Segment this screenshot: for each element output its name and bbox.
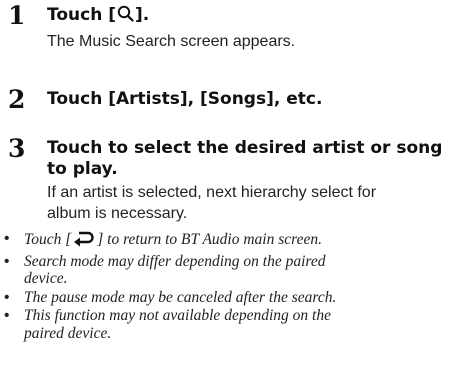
step-heading: Touch to select the desired artist or so… xyxy=(47,138,460,180)
bullet: • xyxy=(4,230,10,247)
step-description: The Music Search screen appears. xyxy=(47,33,296,50)
artists-label: [Artists] xyxy=(108,89,188,109)
description-line: album is necessary. xyxy=(47,205,188,222)
step-description: If an artist is selected, next hierarchy… xyxy=(47,182,460,224)
note-text: Touch [ xyxy=(24,231,72,248)
notes-list: • Touch [ ] to return to BT Audio main scr… xyxy=(4,230,460,343)
bullet: • xyxy=(4,307,10,324)
note-line: paired device. xyxy=(24,324,112,342)
description-line: If an artist is selected, next hierarchy… xyxy=(47,184,377,201)
heading-text: Touch [ xyxy=(47,5,116,25)
heading-text: , xyxy=(187,89,201,109)
note-line: This function may not available dependin… xyxy=(24,307,331,324)
note-text: ] to return to BT Audio main screen. xyxy=(97,231,322,248)
note-item: • This function may not available depend… xyxy=(4,307,460,342)
step-number: 3 xyxy=(8,134,26,163)
songs-label: [Songs] xyxy=(200,89,274,109)
heading-line: Touch to select the desired artist or so… xyxy=(47,138,443,158)
step-number: 1 xyxy=(8,1,26,30)
note-item: • Search mode may differ depending on th… xyxy=(4,253,460,288)
return-arrow-icon xyxy=(73,230,95,252)
search-icon xyxy=(117,5,134,28)
heading-text: , etc. xyxy=(273,89,323,109)
manual-page: 1 Touch []. The Music Search screen appe… xyxy=(0,0,466,385)
bullet: • xyxy=(4,288,10,306)
heading-line: to play. xyxy=(47,159,118,179)
heading-text: Touch xyxy=(47,89,109,109)
note-text: The pause mode may be canceled after the… xyxy=(24,288,337,306)
step-heading: Touch []. xyxy=(47,5,460,28)
note-line: device. xyxy=(24,270,68,287)
heading-text: ]. xyxy=(135,5,150,25)
note-item: • The pause mode may be canceled after th… xyxy=(4,289,460,307)
bullet: • xyxy=(4,252,10,270)
step-heading: Touch [Artists], [Songs], etc. xyxy=(47,89,460,110)
note-item: • Touch [ ] to return to BT Audio main scr… xyxy=(4,230,460,252)
step-number: 2 xyxy=(8,85,26,114)
note-line: Search mode may differ depending on the … xyxy=(24,252,326,270)
